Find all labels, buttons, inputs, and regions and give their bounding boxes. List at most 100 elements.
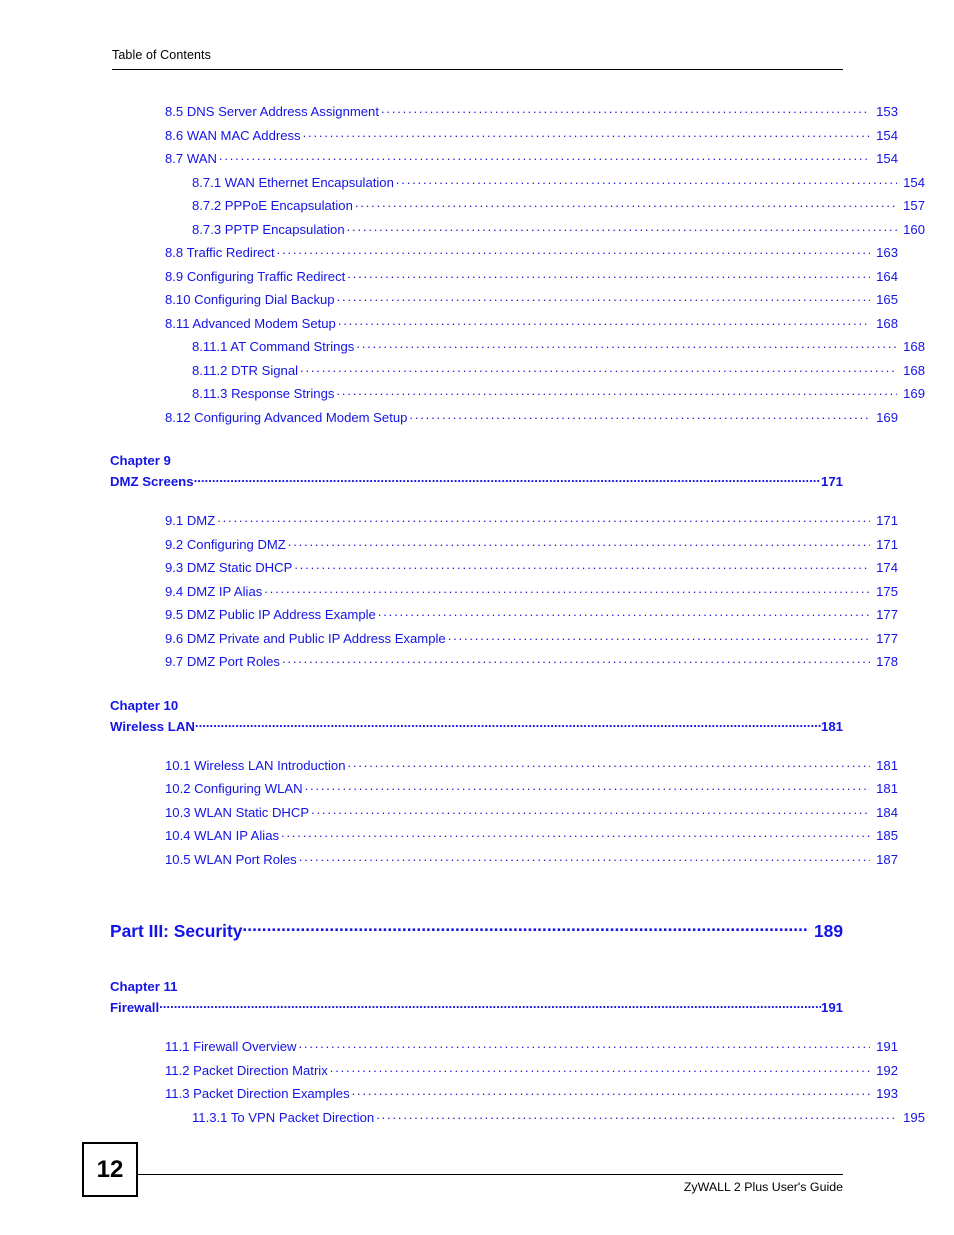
toc-entry[interactable]: 10.2 Configuring WLAN 181 — [110, 780, 898, 804]
toc-entry[interactable]: 9.1 DMZ 171 — [110, 512, 898, 536]
chapter-title: DMZ Screens — [110, 474, 194, 490]
dot-leader — [381, 103, 870, 116]
dot-leader — [355, 197, 897, 210]
toc-entry[interactable]: 11.3 Packet Direction Examples 193 — [110, 1085, 898, 1109]
chapter-number-label: Chapter 9 — [110, 453, 171, 468]
toc-entry-page-number: 168 — [876, 315, 898, 331]
toc-entry[interactable]: 9.6 DMZ Private and Public IP Address Ex… — [110, 630, 898, 654]
toc-entry-label: 8.11 Advanced Modem Setup — [165, 315, 336, 331]
toc-entry[interactable]: 9.7 DMZ Port Roles 178 — [110, 653, 898, 677]
toc-entry-page-number: 157 — [903, 198, 925, 214]
toc-entry-label: 9.5 DMZ Public IP Address Example — [165, 607, 376, 623]
page-number-box: 12 — [82, 1142, 138, 1197]
toc-entry[interactable]: 10.4 WLAN IP Alias 185 — [110, 827, 898, 851]
toc-entry[interactable]: 9.4 DMZ IP Alias 175 — [110, 583, 898, 607]
toc-entry-label: 10.5 WLAN Port Roles — [165, 851, 297, 867]
toc-entry-page-number: 177 — [876, 607, 898, 623]
chapter-heading-9[interactable]: Chapter 9 DMZ Screens 171 — [110, 454, 843, 496]
toc-entry-label: 8.12 Configuring Advanced Modem Setup — [165, 409, 408, 425]
toc-entry-label: 8.7.2 PPPoE Encapsulation — [192, 198, 353, 214]
toc-entry[interactable]: 9.2 Configuring DMZ 171 — [110, 536, 898, 560]
toc-entry-page-number: 165 — [876, 292, 898, 308]
chapter-heading-11[interactable]: Chapter 11 Firewall 191 — [110, 980, 843, 1022]
chapter-number-label: Chapter 10 — [110, 697, 179, 713]
toc-entry[interactable]: 8.11.1 AT Command Strings 168 — [110, 338, 925, 362]
toc-entry-page-number: 154 — [903, 174, 925, 190]
toc-entry[interactable]: 8.6 WAN MAC Address 154 — [110, 127, 898, 151]
toc-entry[interactable]: 8.12 Configuring Advanced Modem Setup 16… — [110, 409, 898, 433]
toc-entry-label: 10.2 Configuring WLAN — [165, 781, 303, 797]
part-heading-3[interactable]: Part III: Security 189 — [110, 920, 843, 946]
dot-leader — [348, 757, 871, 770]
toc-entry-label: 9.3 DMZ Static DHCP — [165, 560, 293, 576]
toc-group-chapter10: 10.1 Wireless LAN Introduction 18110.2 C… — [110, 757, 898, 875]
toc-entry-page-number: 195 — [903, 1109, 925, 1125]
toc-entry[interactable]: 10.1 Wireless LAN Introduction 181 — [110, 757, 898, 781]
toc-entry[interactable]: 8.7.2 PPPoE Encapsulation 157 — [110, 197, 925, 221]
dot-leader — [219, 150, 870, 163]
dot-leader — [298, 1038, 870, 1051]
toc-entry[interactable]: 8.11.2 DTR Signal 168 — [110, 362, 925, 386]
chapter-page-number: 191 — [820, 1000, 843, 1016]
toc-entry-label: 10.3 WLAN Static DHCP — [165, 804, 310, 820]
toc-entry-page-number: 168 — [903, 362, 925, 378]
toc-entry[interactable]: 8.7.3 PPTP Encapsulation 160 — [110, 221, 925, 245]
toc-entry-page-number: 163 — [876, 245, 898, 261]
toc-entry-page-number: 169 — [903, 386, 925, 402]
toc-entry-label: 8.9 Configuring Traffic Redirect — [165, 268, 346, 284]
dot-leader — [330, 1062, 870, 1075]
dot-leader — [159, 999, 821, 1012]
dot-leader — [217, 512, 870, 525]
dot-leader — [277, 244, 870, 257]
toc-entry-label: 10.1 Wireless LAN Introduction — [165, 757, 346, 773]
toc-entry[interactable]: 8.10 Configuring Dial Backup 165 — [110, 291, 898, 315]
toc-entry[interactable]: 8.5 DNS Server Address Assignment 153 — [110, 103, 898, 127]
toc-entry[interactable]: 9.5 DMZ Public IP Address Example 177 — [110, 606, 898, 630]
toc-entry-page-number: 187 — [876, 851, 898, 867]
toc-entry[interactable]: 8.11.3 Response Strings 169 — [110, 385, 925, 409]
dot-leader — [338, 315, 870, 328]
toc-entry[interactable]: 11.1 Firewall Overview 191 — [110, 1038, 898, 1062]
toc-entry[interactable]: 8.7.1 WAN Ethernet Encapsulation 154 — [110, 174, 925, 198]
toc-entry[interactable]: 8.8 Traffic Redirect 163 — [110, 244, 898, 268]
toc-entry-label: 8.7.1 WAN Ethernet Encapsulation — [192, 174, 394, 190]
toc-entry-label: 8.10 Configuring Dial Backup — [165, 292, 335, 308]
toc-entry[interactable]: 11.2 Packet Direction Matrix 192 — [110, 1062, 898, 1086]
toc-entry[interactable]: 9.3 DMZ Static DHCP 174 — [110, 559, 898, 583]
toc-entry-label: 10.4 WLAN IP Alias — [165, 828, 280, 844]
dot-leader — [376, 1109, 897, 1122]
dot-leader — [409, 409, 870, 422]
page-title: Table of Contents — [112, 48, 211, 62]
toc-entry-page-number: 171 — [876, 513, 898, 529]
dot-leader — [448, 630, 870, 643]
dot-leader — [294, 559, 870, 572]
toc-entry-page-number: 164 — [876, 268, 898, 284]
toc-entry-label: 9.2 Configuring DMZ — [165, 536, 286, 552]
toc-entry-label: 9.4 DMZ IP Alias — [165, 583, 263, 599]
toc-entry-page-number: 174 — [876, 560, 898, 576]
toc-entry[interactable]: 8.11 Advanced Modem Setup 168 — [110, 315, 898, 339]
chapter-title: Firewall — [110, 1000, 160, 1016]
toc-entry[interactable]: 8.7 WAN 154 — [110, 150, 898, 174]
toc-entry[interactable]: 8.9 Configuring Traffic Redirect 164 — [110, 268, 898, 292]
dot-leader — [300, 362, 897, 375]
toc-entry[interactable]: 10.3 WLAN Static DHCP 184 — [110, 804, 898, 828]
dot-leader — [282, 653, 870, 666]
toc-entry-label: 11.2 Packet Direction Matrix — [165, 1062, 328, 1078]
toc-entry-label: 9.7 DMZ Port Roles — [165, 654, 280, 670]
footer-divider — [137, 1174, 843, 1175]
toc-entry-label: 9.6 DMZ Private and Public IP Address Ex… — [165, 630, 446, 646]
dot-leader — [288, 536, 870, 549]
toc-entry[interactable]: 11.3.1 To VPN Packet Direction 195 — [110, 1109, 925, 1133]
toc-entry-label: 8.8 Traffic Redirect — [165, 245, 275, 261]
toc-entry[interactable]: 10.5 WLAN Port Roles 187 — [110, 851, 898, 875]
toc-entry-page-number: 171 — [876, 536, 898, 552]
chapter-title-row: Wireless LAN 181 — [110, 718, 843, 741]
dot-leader — [356, 338, 897, 351]
chapter-heading-10[interactable]: Chapter 10 Wireless LAN 181 — [110, 697, 843, 741]
toc-group-chapter11: 11.1 Firewall Overview 19111.2 Packet Di… — [110, 1038, 925, 1132]
toc-entry-page-number: 181 — [876, 781, 898, 797]
